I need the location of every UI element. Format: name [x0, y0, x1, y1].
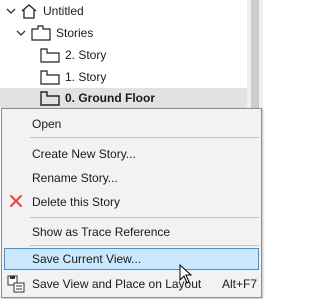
tree-node-story[interactable]: 1. Story — [0, 66, 247, 88]
menu-item-label: Save Current View... — [32, 252, 142, 266]
menu-item-save-current-view[interactable]: Save Current View... — [4, 248, 259, 270]
menu-separator — [30, 245, 259, 246]
tree-node-stories[interactable]: Stories — [0, 22, 247, 44]
story-floor-icon — [40, 69, 60, 85]
menu-separator — [30, 217, 259, 218]
project-tree: Untitled Stories 2. Story 1. Story 0. Gr… — [0, 0, 247, 112]
mouse-pointer-icon — [179, 263, 193, 289]
save-view-layout-icon — [7, 275, 25, 296]
tree-node-root[interactable]: Untitled — [0, 0, 247, 22]
story-floor-icon — [40, 47, 60, 63]
scrollbar-thumb[interactable] — [251, 0, 259, 112]
menu-item-label: Save View and Place on Layout — [32, 277, 202, 291]
tree-node-story[interactable]: 2. Story — [0, 44, 247, 66]
menu-item-show-trace-reference[interactable]: Show as Trace Reference — [4, 221, 259, 243]
menu-item-shortcut: Alt+F7 — [221, 277, 257, 291]
story-floor-icon — [40, 90, 60, 106]
story-label: 2. Story — [65, 48, 107, 62]
menu-item-label: Create New Story... — [32, 147, 136, 161]
chevron-down-icon[interactable] — [5, 5, 17, 17]
menu-item-create-new-story[interactable]: Create New Story... — [4, 143, 259, 165]
menu-item-open[interactable]: Open — [4, 113, 259, 135]
menu-item-label: Delete this Story — [32, 195, 121, 209]
story-label: 1. Story — [65, 70, 107, 84]
tree-root-label: Untitled — [43, 4, 84, 18]
menu-separator — [30, 137, 259, 138]
menu-item-save-view-place-layout[interactable]: Save View and Place on Layout Alt+F7 — [4, 273, 259, 295]
delete-x-icon — [9, 194, 23, 211]
chevron-down-icon[interactable] — [15, 27, 27, 39]
story-label: 0. Ground Floor — [65, 91, 155, 105]
menu-item-label: Show as Trace Reference — [32, 225, 171, 239]
project-house-icon — [20, 3, 38, 19]
folder-icon — [31, 25, 51, 41]
menu-item-label: Rename Story... — [32, 171, 118, 185]
menu-item-rename-story[interactable]: Rename Story... — [4, 167, 259, 189]
menu-item-label: Open — [32, 117, 62, 131]
menu-item-delete-story[interactable]: Delete this Story — [4, 191, 259, 213]
context-menu: Open Create New Story... Rename Story...… — [1, 108, 262, 298]
tree-node-story-selected[interactable]: 0. Ground Floor — [0, 88, 247, 108]
tree-group-label: Stories — [56, 26, 94, 40]
